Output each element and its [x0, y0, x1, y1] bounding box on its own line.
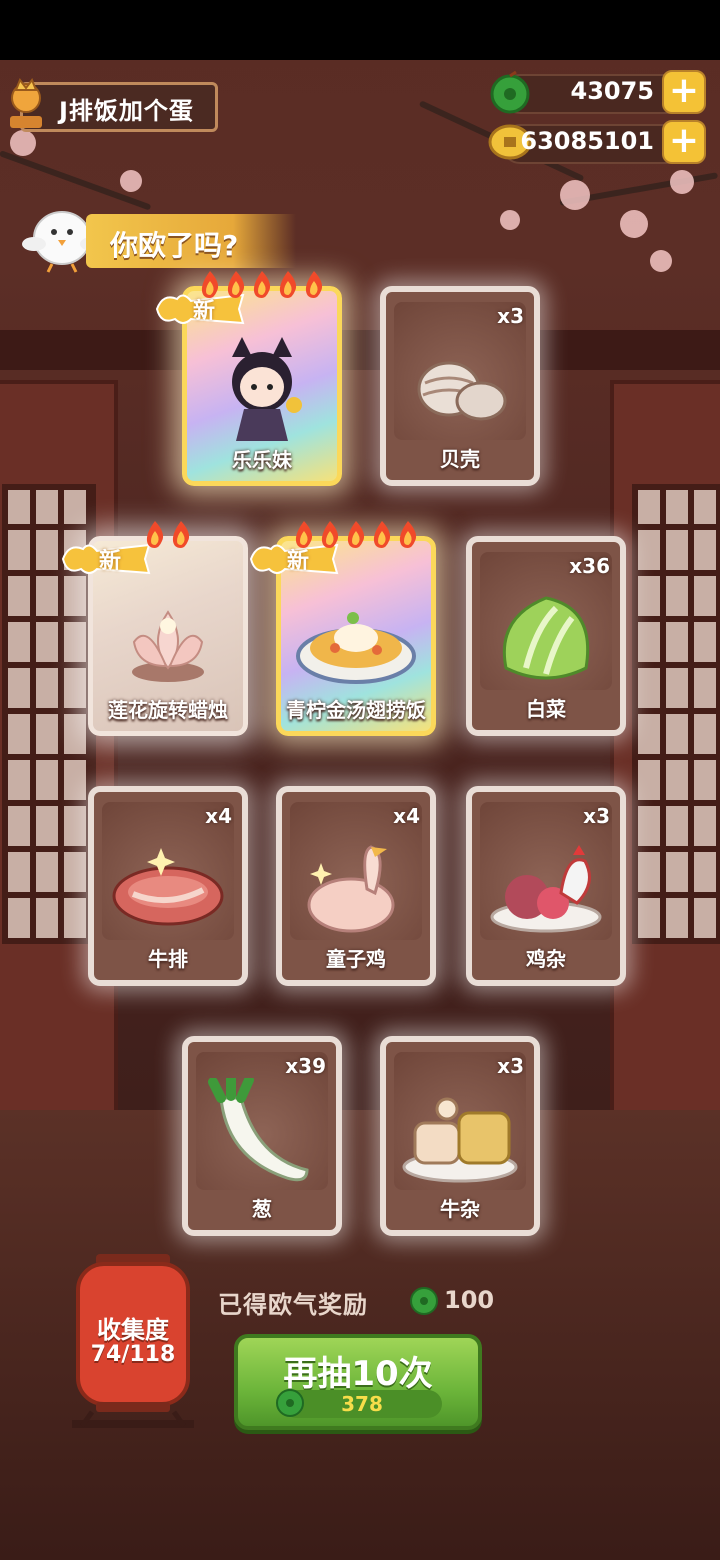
- collection-progress: 74/118: [90, 1342, 176, 1367]
- right-window-panel: [610, 380, 720, 1128]
- beef-offal-icon: [386, 1078, 534, 1198]
- result-card[interactable]: 新青柠金汤翅捞饭: [249, 521, 436, 736]
- flame-icon: [146, 521, 164, 548]
- jade-currency: 43075 +: [488, 70, 706, 114]
- blossom: [560, 180, 590, 210]
- item-name: 鸡杂: [526, 947, 566, 971]
- flame-icon: [295, 521, 313, 548]
- jade-icon: [276, 1389, 304, 1417]
- jade-icon: [410, 1287, 438, 1315]
- flame-icon: [253, 271, 271, 298]
- jade-icon: [490, 70, 530, 114]
- rarity-flames: [281, 519, 431, 549]
- item-name: 葱: [252, 1197, 272, 1221]
- draw-cost-pill: 378: [282, 1390, 442, 1418]
- flame-icon: [321, 521, 339, 548]
- item-count: x4: [393, 804, 420, 828]
- flame-icon: [305, 271, 323, 298]
- coin-currency: 63085101 +: [488, 120, 706, 164]
- flame-icon: [172, 521, 190, 548]
- flame-icon: [399, 521, 417, 548]
- gacha-result-screen: J排饭加个蛋 43075 + 63085101 + 你欧了吗? 新 乐乐妹 x3…: [0, 0, 720, 1560]
- flame-icon: [373, 521, 391, 548]
- flame-icon: [201, 271, 219, 298]
- blossom: [670, 170, 694, 194]
- result-card[interactable]: x3 牛杂: [380, 1036, 540, 1236]
- add-coins-button[interactable]: +: [662, 120, 706, 164]
- girl-character-icon: [187, 327, 337, 447]
- item-count: x36: [569, 554, 610, 578]
- player-name: J排饭加个蛋: [59, 97, 194, 125]
- item-name: 童子鸡: [326, 947, 386, 971]
- item-name: 白菜: [526, 697, 566, 721]
- item-name: 莲花旋转蜡烛: [108, 698, 228, 722]
- item-count: x3: [497, 1054, 524, 1078]
- item-name: 青柠金汤翅捞饭: [286, 698, 426, 722]
- rice-dish-icon: [281, 577, 431, 697]
- flame-icon: [347, 521, 365, 548]
- flame-icon: [227, 271, 245, 298]
- scallion-icon: [188, 1078, 336, 1198]
- blossom: [120, 170, 142, 192]
- result-card[interactable]: x3 贝壳: [380, 286, 540, 486]
- jade-amount: 43075: [570, 77, 655, 105]
- item-name: 牛杂: [440, 1197, 480, 1221]
- result-card[interactable]: x36 白菜: [466, 536, 626, 736]
- blossom: [500, 210, 520, 230]
- background-beam: [0, 330, 720, 370]
- item-count: x4: [205, 804, 232, 828]
- result-card[interactable]: x4 牛排: [88, 786, 248, 986]
- reward-label: 已得欧气奖励: [218, 1291, 368, 1319]
- result-card[interactable]: 新乐乐妹: [155, 271, 342, 486]
- item-count: x3: [583, 804, 610, 828]
- draw-again-button[interactable]: 再抽10次 378: [234, 1334, 482, 1430]
- draw-cost: 378: [341, 1392, 383, 1416]
- result-card[interactable]: x39 葱: [182, 1036, 342, 1236]
- item-name: 贝壳: [440, 447, 480, 471]
- steak-icon: [94, 828, 242, 948]
- item-count: x39: [285, 1054, 326, 1078]
- status-bar: [0, 0, 720, 60]
- add-jade-button[interactable]: +: [662, 70, 706, 114]
- result-card[interactable]: x3 鸡杂: [466, 786, 626, 986]
- coin-amount: 63085101: [520, 127, 654, 155]
- item-name: 牛排: [148, 947, 188, 971]
- giblets-icon: [472, 828, 620, 948]
- result-card[interactable]: 新莲花旋转蜡烛: [61, 521, 248, 736]
- item-name: 乐乐妹: [232, 448, 292, 472]
- shell-icon: [386, 328, 534, 448]
- rank-trophy-icon[interactable]: [6, 74, 46, 132]
- cabbage-icon: [472, 578, 620, 698]
- flame-icon: [279, 271, 297, 298]
- item-count: x3: [497, 304, 524, 328]
- rarity-flames: [93, 519, 243, 549]
- blossom: [620, 210, 648, 238]
- blossom: [650, 250, 672, 272]
- rarity-flames: [187, 269, 337, 299]
- lotus-candle-icon: [93, 577, 243, 697]
- reward-value: 100: [444, 1286, 495, 1314]
- page-title: 你欧了吗?: [110, 229, 239, 262]
- player-name-box[interactable]: J排饭加个蛋: [20, 82, 218, 132]
- collection-label: 收集度: [97, 1316, 169, 1344]
- left-window-panel: [0, 380, 118, 1128]
- blossom: [10, 130, 36, 156]
- chicken-icon: [282, 828, 430, 948]
- result-card[interactable]: x4 童子鸡: [276, 786, 436, 986]
